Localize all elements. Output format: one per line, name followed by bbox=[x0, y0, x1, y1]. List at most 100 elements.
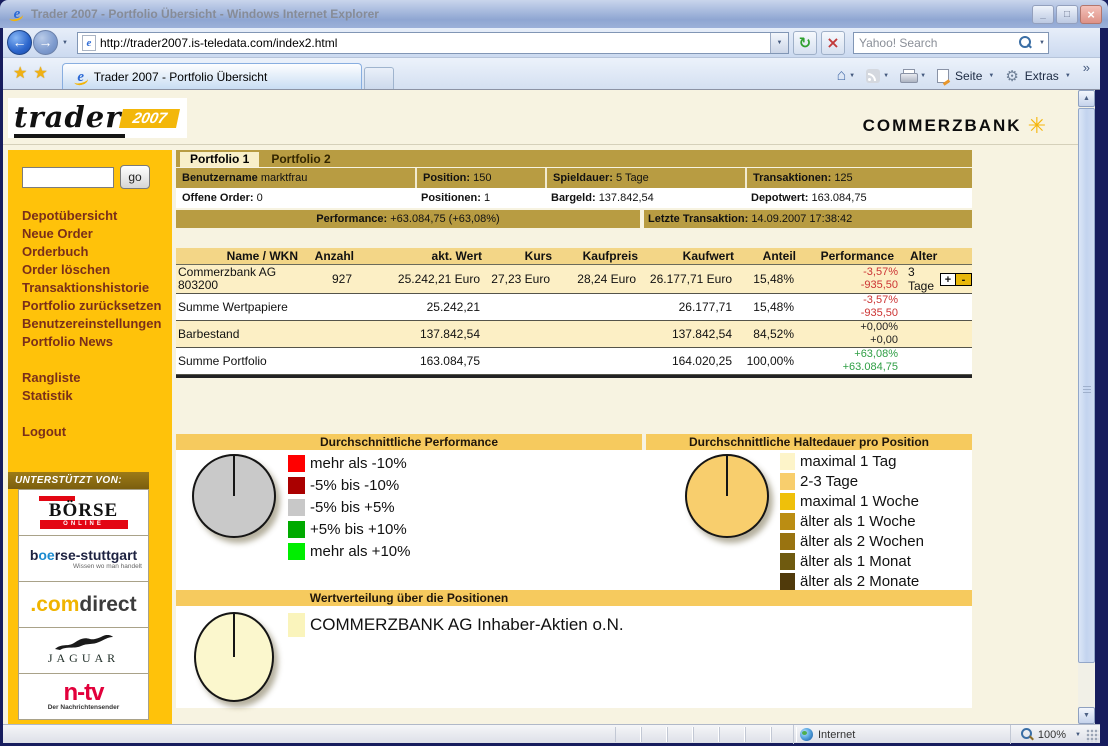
sponsor-boerse-online[interactable]: BÖRSE ONLINE bbox=[18, 489, 149, 536]
tab-portfolio-uebersicht[interactable]: e Trader 2007 - Portfolio Übersicht bbox=[62, 63, 362, 89]
refresh-icon: ↻ bbox=[799, 34, 812, 52]
sidebar-item-statistik[interactable]: Statistik bbox=[22, 387, 172, 405]
page-menu-button[interactable]: Seite▼ bbox=[934, 67, 1000, 85]
sidebar-search-input[interactable] bbox=[22, 167, 114, 188]
url-input[interactable] bbox=[100, 36, 770, 50]
sidebar-item-depotuebersicht[interactable]: Depotübersicht bbox=[22, 207, 172, 225]
tab-portfolio-1[interactable]: Portfolio 1 bbox=[180, 152, 259, 167]
print-button[interactable]: ▼ bbox=[897, 67, 932, 84]
cell-anzahl: 927 bbox=[306, 272, 362, 286]
sidebar-item-logout[interactable]: Logout bbox=[22, 423, 172, 441]
search-magnifier-icon[interactable] bbox=[1016, 34, 1034, 52]
minimize-button[interactable]: _ bbox=[1032, 5, 1054, 24]
page-favicon-icon: e bbox=[82, 35, 96, 51]
legend-item: -5% bis +5% bbox=[288, 496, 410, 518]
sidebar-item-portfolio-zuruecksetzen[interactable]: Portfolio zurücksetzen bbox=[22, 297, 172, 315]
sidebar-item-orderbuch[interactable]: Orderbuch bbox=[22, 243, 172, 261]
cell-name: Summe Portfolio bbox=[176, 355, 306, 368]
forward-button[interactable]: → bbox=[33, 30, 58, 55]
depotwert-field: Depotwert: 163.084,75 bbox=[745, 188, 972, 208]
tools-menu-button[interactable]: ⚙Extras▼ bbox=[1002, 65, 1076, 87]
cell-kaufwert: 164.020,25 bbox=[646, 354, 742, 368]
add-favorite-icon[interactable]: ★ bbox=[33, 63, 47, 83]
zoom-control[interactable]: 100% ▼ bbox=[1010, 725, 1084, 744]
increase-position-button[interactable]: + bbox=[941, 274, 956, 285]
gear-icon: ⚙ bbox=[1005, 67, 1018, 85]
feeds-button[interactable]: ▼ bbox=[863, 67, 895, 85]
legend-swatch bbox=[780, 573, 795, 590]
table-row-barbestand: Barbestand 137.842,54 137.842,54 84,52% … bbox=[176, 321, 972, 348]
vertical-scrollbar[interactable]: ▲ ▼ bbox=[1078, 90, 1095, 724]
sidebar-item-transaktionshistorie[interactable]: Transaktionshistorie bbox=[22, 279, 172, 297]
history-dropdown-icon[interactable]: ▼ bbox=[59, 40, 71, 46]
search-dropdown-icon[interactable]: ▼ bbox=[1036, 40, 1048, 46]
go-button[interactable]: go bbox=[120, 165, 150, 189]
search-input[interactable] bbox=[854, 36, 1016, 50]
tab-title: Trader 2007 - Portfolio Übersicht bbox=[94, 70, 268, 84]
wertverteilung-legend: COMMERZBANK AG Inhaber-Aktien o.N. bbox=[288, 612, 624, 638]
overflow-chevron-icon[interactable]: » bbox=[1083, 60, 1090, 75]
trader-logo-year: 2007 bbox=[119, 109, 180, 128]
cell-anteil: 84,52% bbox=[742, 327, 804, 341]
new-tab-stub[interactable] bbox=[364, 67, 394, 89]
transaktionen-field: Transaktionen: 125 bbox=[745, 168, 972, 188]
search-box[interactable]: ▼ bbox=[853, 32, 1049, 54]
commerzbank-logo: COMMERZBANK ✳ bbox=[863, 116, 1046, 136]
zoom-dropdown-icon[interactable]: ▼ bbox=[1072, 732, 1084, 738]
legend-swatch bbox=[288, 499, 305, 516]
sidebar-item-portfolio-news[interactable]: Portfolio News bbox=[22, 333, 172, 351]
sidebar-item-order-loeschen[interactable]: Order löschen bbox=[22, 261, 172, 279]
sponsor-jaguar[interactable]: JAGUAR bbox=[18, 627, 149, 674]
comdirect-word: .comdirect bbox=[30, 593, 136, 617]
home-button[interactable]: ⌂▼ bbox=[834, 65, 862, 87]
legend-swatch bbox=[780, 493, 795, 510]
sidebar-item-rangliste[interactable]: Rangliste bbox=[22, 369, 172, 387]
offene-order-field: Offene Order: 0 bbox=[176, 188, 415, 208]
tab-favicon-icon: e bbox=[73, 69, 89, 85]
sponsor-boerse-stuttgart[interactable]: boerse-stuttgart Wissen wo man handelt bbox=[18, 535, 149, 582]
boerse-stuttgart-word: boerse-stuttgart bbox=[30, 547, 137, 563]
page-content: trader2007 COMMERZBANK ✳ go Depotübersic… bbox=[3, 90, 1078, 724]
maximize-button[interactable]: □ bbox=[1056, 5, 1078, 24]
supported-by-header: UNTERSTÜTZT VON: bbox=[8, 472, 149, 489]
ntv-word: n-tv bbox=[64, 682, 104, 704]
sidebar-item-benutzereinstellungen[interactable]: Benutzereinstellungen bbox=[22, 315, 172, 333]
stop-button[interactable]: × bbox=[821, 31, 845, 55]
decrease-position-button[interactable]: - bbox=[956, 274, 971, 285]
sponsor-logos: BÖRSE ONLINE boerse-stuttgart Wissen wo … bbox=[18, 490, 149, 720]
sponsor-ntv[interactable]: n-tv Der Nachrichtensender bbox=[18, 673, 149, 720]
legend-swatch bbox=[288, 613, 305, 637]
sponsor-comdirect[interactable]: .comdirect bbox=[18, 581, 149, 628]
page-icon bbox=[937, 69, 949, 83]
ntv-tagline: Der Nachrichtensender bbox=[48, 704, 120, 711]
back-button[interactable]: ← bbox=[7, 30, 32, 55]
legend-swatch bbox=[288, 455, 305, 472]
wertverteilung-chart-title: Wertverteilung über die Positionen bbox=[176, 590, 972, 606]
address-bar[interactable]: e ▼ bbox=[77, 32, 789, 54]
cell-name[interactable]: Commerzbank AG803200 bbox=[176, 266, 306, 292]
favorites-star-icon[interactable]: ★ bbox=[13, 63, 27, 83]
sidebar-item-neue-order[interactable]: Neue Order bbox=[22, 225, 172, 243]
tab-bar: ★ ★ e Trader 2007 - Portfolio Übersicht … bbox=[3, 58, 1100, 90]
performance-legend: mehr als -10% -5% bis -10% -5% bis +5% +… bbox=[288, 452, 410, 562]
sidebar-menu: Depotübersicht Neue Order Orderbuch Orde… bbox=[22, 207, 172, 441]
refresh-button[interactable]: ↻ bbox=[793, 31, 817, 55]
scroll-down-button[interactable]: ▼ bbox=[1078, 707, 1095, 724]
portfolio-info: Benutzername marktfrau Position: 150 Spi… bbox=[176, 168, 972, 228]
address-dropdown-icon[interactable]: ▼ bbox=[770, 33, 788, 53]
table-bottom-border bbox=[176, 375, 972, 378]
haltedauer-chart-title: Durchschnittliche Haltedauer pro Positio… bbox=[646, 434, 972, 450]
cell-name: Barbestand bbox=[176, 328, 306, 341]
zone-label: Internet bbox=[818, 729, 855, 741]
tab-portfolio-2[interactable]: Portfolio 2 bbox=[259, 152, 342, 167]
globe-icon bbox=[800, 728, 813, 741]
close-button[interactable]: × bbox=[1080, 5, 1102, 24]
home-dropdown-icon: ▼ bbox=[846, 73, 858, 79]
resize-grip[interactable] bbox=[1086, 729, 1099, 742]
performance-field: Performance: +63.084,75 (+63,08%) bbox=[176, 210, 640, 228]
cell-name: Summe Wertpapiere bbox=[176, 301, 306, 314]
cell-akt-wert: 163.084,75 bbox=[362, 354, 490, 368]
scroll-up-button[interactable]: ▲ bbox=[1078, 90, 1095, 107]
scrollbar-thumb[interactable] bbox=[1078, 108, 1095, 663]
printer-icon bbox=[900, 69, 917, 82]
